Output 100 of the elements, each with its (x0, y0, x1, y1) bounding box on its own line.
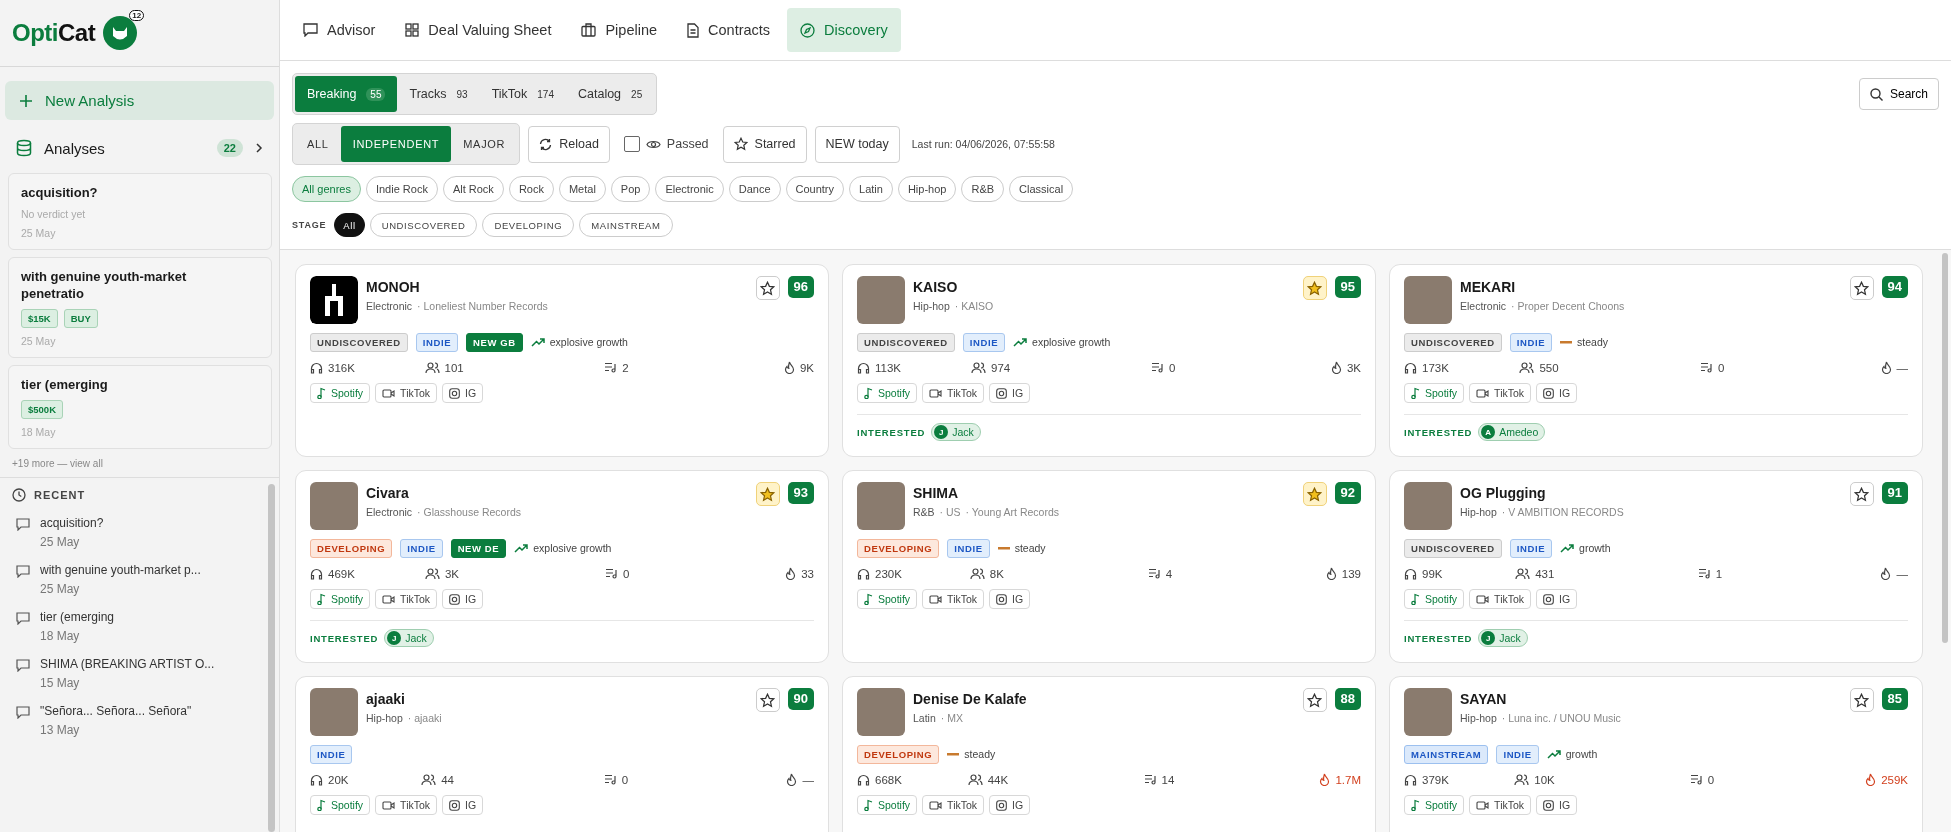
platform-link[interactable]: IG (442, 589, 484, 609)
source-tab[interactable]: Catalog 25 (566, 76, 655, 112)
artist-card[interactable]: KAISO Hip-hop · KAISO 95 UNDISCOVERED INDIE explosive growth 113K 974 0 3K Spotify TikTok IG INTERESTED J Jack (842, 264, 1376, 457)
platform-link[interactable]: IG (1536, 795, 1578, 815)
genre-chip[interactable]: Alt Rock (442, 176, 504, 202)
genre-chip[interactable]: All genres (292, 176, 361, 202)
platform-link[interactable]: TikTok (375, 589, 438, 609)
nav-tab[interactable]: Discovery (787, 8, 901, 52)
reload-button[interactable]: Reload (528, 125, 610, 163)
platform-link[interactable]: TikTok (922, 383, 985, 403)
search-button[interactable]: Search (1858, 78, 1939, 110)
star-button[interactable] (755, 482, 780, 506)
genre-chip[interactable]: Country (785, 176, 845, 202)
genre-chip[interactable]: Metal (558, 176, 606, 202)
platform-link[interactable]: Spotify (310, 795, 371, 815)
star-button[interactable] (1302, 276, 1327, 300)
genre-text: Hip-hop (366, 712, 403, 724)
listeners-count: 113K (875, 361, 901, 374)
artist-card[interactable]: MONOH Electronic · Loneliest Number Records 96 UNDISCOVERED INDIE NEW GB explosive growth 316K 101 2 9K Spotify TikTok IG (295, 264, 829, 457)
source-tab[interactable]: Breaking 55 (295, 76, 398, 112)
star-button[interactable] (1849, 482, 1874, 506)
stage-chip[interactable]: DEVELOPING (482, 213, 575, 237)
recent-item[interactable]: with genuine youth-market p... 25 May (0, 559, 279, 606)
recent-item[interactable]: "Señora... Señora... Señora" 13 May (0, 700, 279, 747)
platform-link[interactable]: TikTok (375, 383, 438, 403)
analysis-card[interactable]: acquisition? No verdict yet 25 May (8, 173, 272, 250)
new-today-button[interactable]: NEW today (814, 125, 900, 163)
genre-chip[interactable]: Rock (508, 176, 554, 202)
platform-link[interactable]: IG (442, 383, 484, 403)
nav-tab[interactable]: Pipeline (568, 8, 671, 52)
star-button[interactable] (1849, 688, 1874, 712)
new-analysis-button[interactable]: New Analysis (5, 81, 274, 120)
stage-chip[interactable]: UNDISCOVERED (369, 213, 478, 237)
person-chip[interactable]: J Jack (1478, 629, 1528, 647)
platform-link[interactable]: IG (442, 795, 484, 815)
genre-chip[interactable]: Pop (610, 176, 651, 202)
platform-link[interactable]: TikTok (922, 795, 985, 815)
star-button[interactable] (1849, 276, 1874, 300)
nav-tab[interactable]: Advisor (290, 8, 389, 52)
stage-chip[interactable]: MAINSTREAM (579, 213, 673, 237)
genre-chip[interactable]: Dance (728, 176, 781, 202)
artist-card[interactable]: SHIMA R&B · US · Young Art Records 92 DEVELOPING INDIE steady 230K 8K 4 139 Spotify TikTok IG (842, 470, 1376, 663)
platform-link[interactable]: IG (989, 589, 1031, 609)
analysis-card[interactable]: tier (emerging $500K 18 May (8, 365, 272, 449)
star-button[interactable] (755, 276, 780, 300)
artist-card[interactable]: MEKARI Electronic · Proper Decent Choons 94 UNDISCOVERED INDIE steady 173K 550 0 — Spotify TikTok IG INTERESTED A Amedeo (1389, 264, 1923, 457)
label-filter-option[interactable]: ALL (295, 126, 341, 162)
platform-link[interactable]: Spotify (857, 795, 918, 815)
artist-card[interactable]: SAYAN Hip-hop · Luna inc. / UNOU Music 85 MAINSTREAM INDIE growth 379K 10K 0 259K Spotify TikTok IG (1389, 676, 1923, 832)
platform-link[interactable]: TikTok (1469, 383, 1532, 403)
artist-card[interactable]: Civara Electronic · Glasshouse Records 93 DEVELOPING INDIE NEW DE explosive growth 469K 3K 0 33 Spotify TikTok IG INTERESTED J Jack (295, 470, 829, 663)
recent-item[interactable]: SHIMA (BREAKING ARTIST O... 15 May (0, 653, 279, 700)
platform-link[interactable]: Spotify (1404, 795, 1465, 815)
tag-badge: INDIE (947, 538, 990, 558)
analysis-tag: $15K (21, 309, 58, 328)
platform-link[interactable]: Spotify (857, 383, 918, 403)
platform-link[interactable]: IG (989, 383, 1031, 403)
platform-link[interactable]: TikTok (375, 795, 438, 815)
star-button[interactable] (1302, 688, 1327, 712)
genre-chip[interactable]: Latin (849, 176, 893, 202)
source-tab[interactable]: Tracks 93 (397, 76, 480, 112)
star-button[interactable] (1302, 482, 1327, 506)
genre-chip[interactable]: Hip-hop (897, 176, 957, 202)
analysis-card[interactable]: with genuine youth-market penetratio $15K BUY 25 May (8, 257, 272, 358)
platform-link[interactable]: Spotify (1404, 383, 1465, 403)
genre-chip[interactable]: Indie Rock (365, 176, 438, 202)
platform-link[interactable]: TikTok (922, 589, 985, 609)
genre-chip[interactable]: Classical (1009, 176, 1074, 202)
person-chip[interactable]: J Jack (384, 629, 434, 647)
recent-item[interactable]: acquisition? 25 May (0, 512, 279, 559)
nav-tab[interactable]: Contracts (674, 8, 784, 52)
platform-link[interactable]: IG (989, 795, 1031, 815)
genre-chip[interactable]: Electronic (655, 176, 724, 202)
scrollbar[interactable] (268, 484, 275, 832)
stage-chip[interactable]: All (334, 213, 365, 237)
platform-link[interactable]: Spotify (310, 589, 371, 609)
checkbox[interactable] (623, 136, 640, 152)
platform-link[interactable]: IG (1536, 383, 1578, 403)
recent-item[interactable]: tier (emerging 18 May (0, 606, 279, 653)
starred-button[interactable]: Starred (722, 125, 807, 163)
analyses-header[interactable]: Analyses 22 (0, 123, 279, 173)
artist-card[interactable]: Denise De Kalafe Latin · MX 88 DEVELOPING steady 668K 44K 14 1.7M Spotify TikTok IG (842, 676, 1376, 832)
person-chip[interactable]: J Jack (931, 423, 981, 441)
platform-link[interactable]: Spotify (310, 383, 371, 403)
platform-link[interactable]: IG (1536, 589, 1578, 609)
platform-link[interactable]: Spotify (1404, 589, 1465, 609)
label-filter-option[interactable]: INDEPENDENT (340, 126, 452, 162)
platform-link[interactable]: TikTok (1469, 589, 1532, 609)
star-button[interactable] (755, 688, 780, 712)
person-chip[interactable]: A Amedeo (1478, 423, 1546, 441)
source-tab[interactable]: TikTok 174 (479, 76, 566, 112)
label-filter-option[interactable]: MAJOR (451, 126, 518, 162)
scrollbar[interactable] (1942, 253, 1948, 643)
artist-card[interactable]: OG Plugging Hip-hop · V AMBITION RECORDS 91 UNDISCOVERED INDIE growth 99K 431 1 — Spotify TikTok IG INTERESTED J Jack (1389, 470, 1923, 663)
passed-toggle[interactable]: Passed (617, 136, 715, 152)
artist-card[interactable]: ajaaki Hip-hop · ajaaki 90 INDIE 20K 44 0 — Spotify TikTok IG (295, 676, 829, 832)
genre-chip[interactable]: R&B (961, 176, 1005, 202)
platform-link[interactable]: Spotify (857, 589, 918, 609)
nav-tab[interactable]: Deal Valuing Sheet (392, 8, 565, 52)
platform-link[interactable]: TikTok (1469, 795, 1532, 815)
